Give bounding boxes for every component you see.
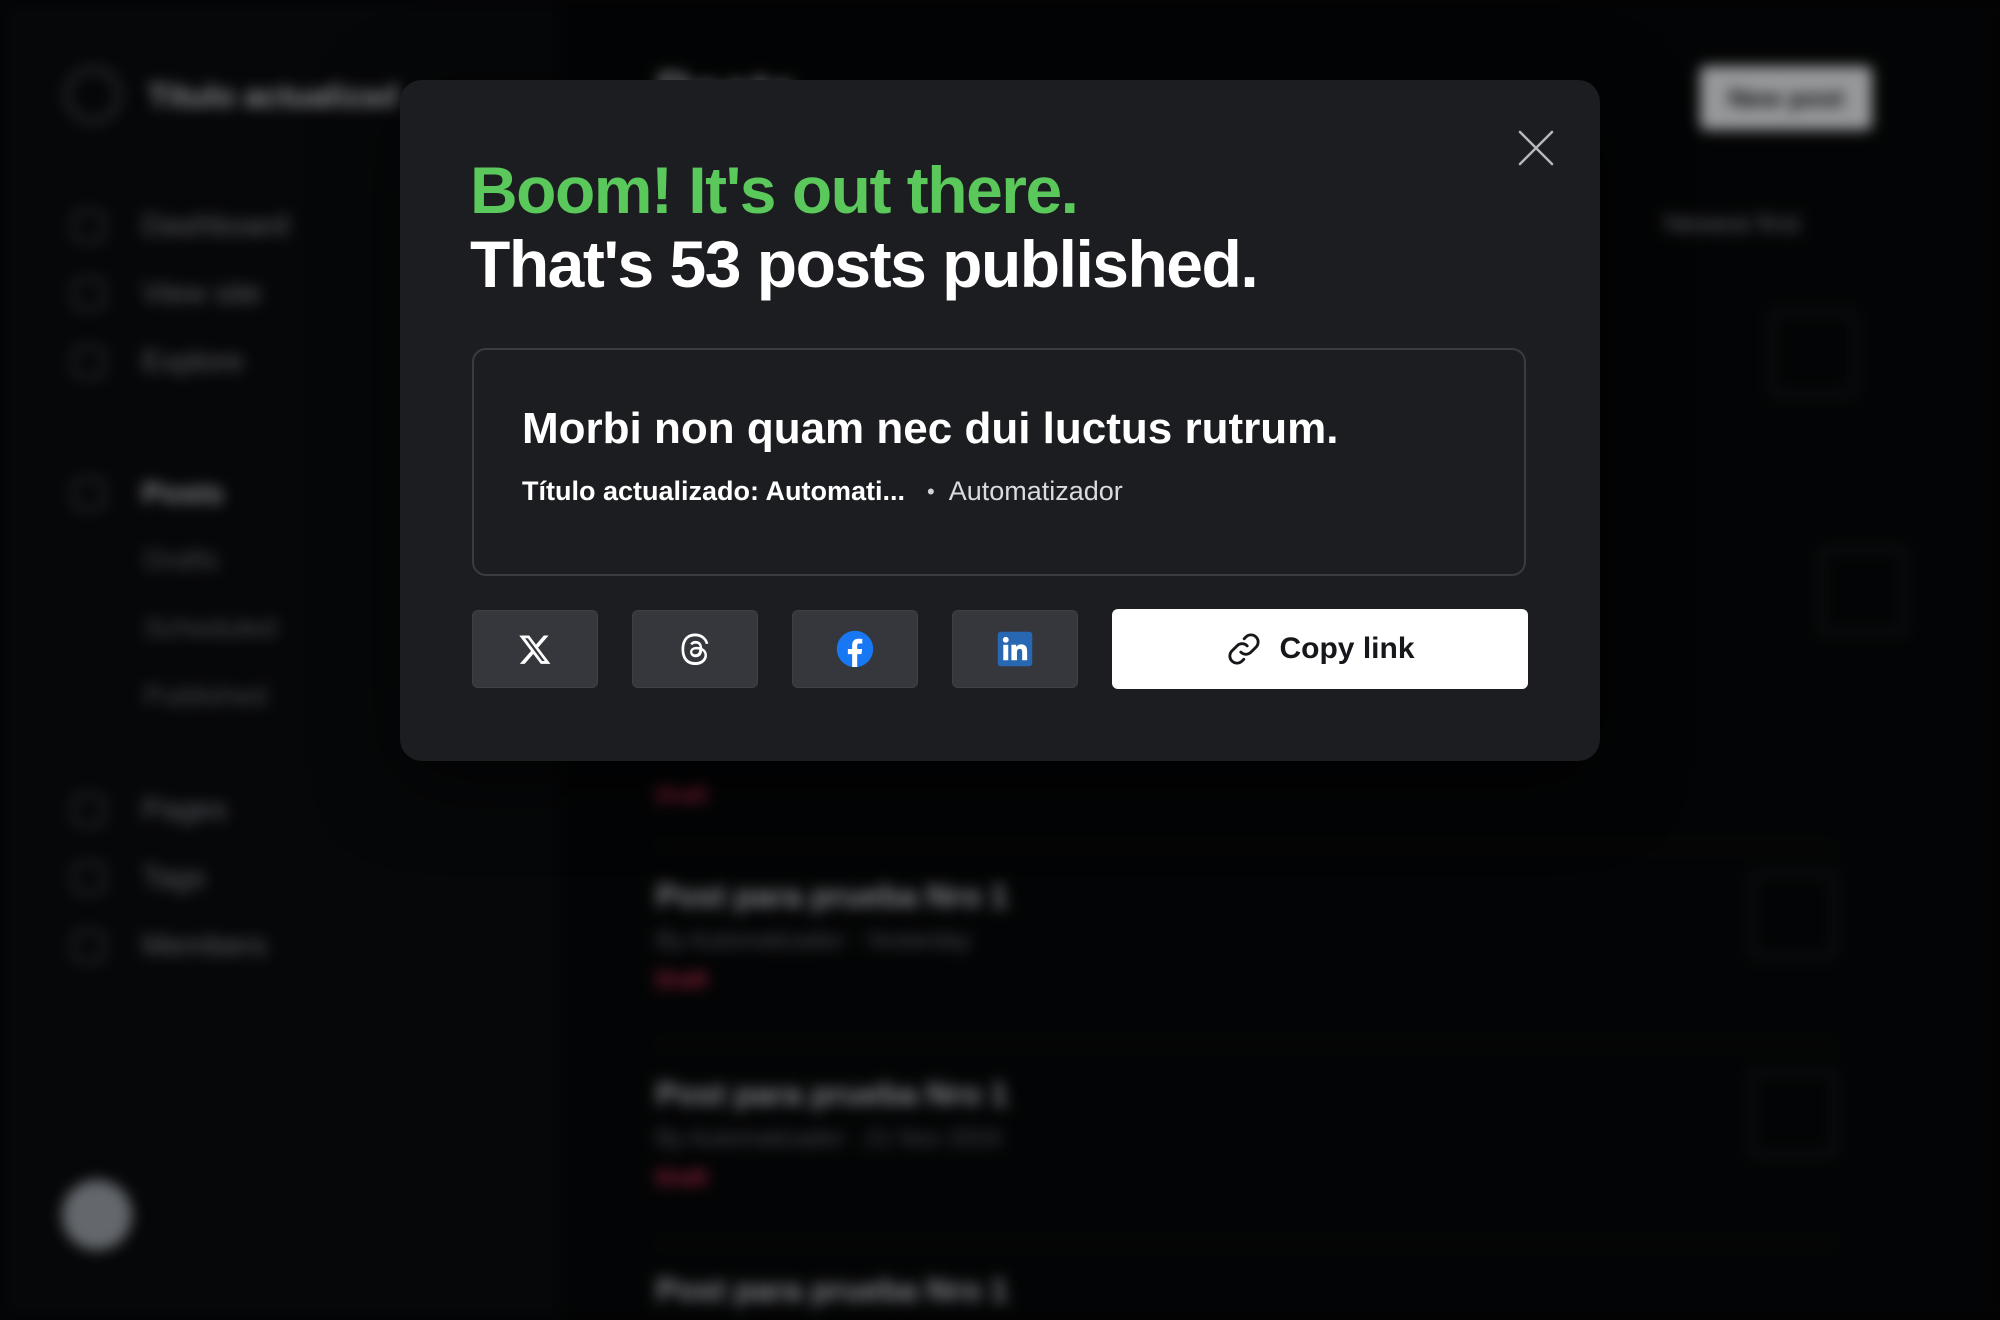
publish-success-modal: Boom! It's out there. That's 53 posts pu… <box>400 80 1600 761</box>
share-x-button[interactable] <box>472 610 598 688</box>
success-heading: Boom! It's out there. <box>470 153 1079 227</box>
close-icon <box>1518 130 1554 166</box>
link-icon <box>1228 633 1261 665</box>
post-preview-card: Morbi non quam nec dui luctus rutrum. Tí… <box>472 348 1526 576</box>
facebook-logo-icon <box>836 630 874 668</box>
meta-separator: • <box>927 478 935 504</box>
share-facebook-button[interactable] <box>792 610 918 688</box>
post-author: Automatizador <box>948 476 1123 506</box>
post-title: Morbi non quam nec dui luctus rutrum. <box>522 404 1339 453</box>
share-linkedin-button[interactable] <box>952 610 1078 688</box>
share-threads-button[interactable] <box>632 610 758 688</box>
linkedin-logo-icon <box>997 631 1033 667</box>
copy-link-label: Copy link <box>1279 632 1415 665</box>
threads-logo-icon <box>681 633 709 666</box>
x-logo-icon <box>519 635 551 664</box>
site-name: Título actualizado: Automati... <box>522 476 905 506</box>
posts-count-heading: That's 53 posts published. <box>470 227 1259 301</box>
copy-link-button[interactable]: Copy link <box>1112 609 1528 689</box>
post-meta: Título actualizado: Automati... • Automa… <box>522 476 1123 507</box>
close-button[interactable] <box>1510 122 1562 174</box>
